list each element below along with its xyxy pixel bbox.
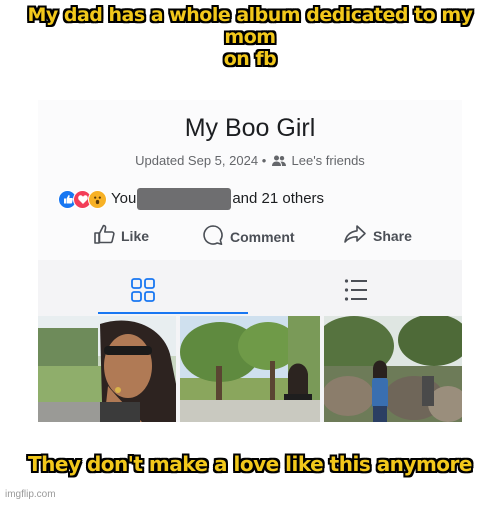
imgflip-watermark: imgflip.com (5, 489, 56, 500)
action-bar: Like Comment Share (38, 224, 462, 252)
share-arrow-icon (343, 224, 373, 247)
like-label: Like (121, 227, 150, 244)
comment-button[interactable]: Comment (202, 224, 295, 249)
album-updated-date: Updated Sep 5, 2024 (135, 153, 259, 168)
reaction-summary[interactable]: You and 21 others (58, 188, 324, 210)
tab-grid-view[interactable] (131, 278, 155, 307)
facebook-album-screenshot: My Boo Girl Updated Sep 5, 2024 • Lee's … (38, 100, 462, 422)
meme-top-line-1: My dad has a whole album dedicated to my… (27, 4, 473, 48)
meme-top-line-2: on fb (223, 48, 277, 70)
active-tab-indicator (98, 312, 248, 314)
photo-woman-park-trees[interactable] (180, 316, 320, 422)
grid-view-icon (131, 278, 155, 306)
comment-bubble-icon (202, 224, 230, 249)
redacted-names-block (137, 188, 232, 210)
reaction-text: You and 21 others (111, 188, 324, 210)
photo-grid (38, 316, 462, 422)
album-title: My Boo Girl (184, 114, 316, 142)
share-label: Share (373, 227, 412, 244)
list-view-icon (344, 279, 368, 306)
friends-icon (271, 154, 286, 169)
reaction-prefix: You (111, 189, 137, 207)
wow-reaction-icon (88, 189, 107, 209)
like-button[interactable]: Like (93, 224, 149, 247)
photo-woman-sunglasses[interactable] (38, 316, 176, 422)
share-button[interactable]: Share (343, 224, 412, 247)
meme-bottom-caption: They don't make a love like this anymore (28, 452, 472, 476)
meme-top-caption: My dad has a whole album dedicated to my… (0, 4, 500, 70)
reaction-suffix: and 21 others (232, 189, 325, 207)
meta-separator: • (261, 153, 267, 168)
photo-woman-rock-garden[interactable] (324, 316, 462, 422)
album-meta: Updated Sep 5, 2024 • Lee's friends (38, 153, 462, 169)
tab-list-view[interactable] (344, 278, 368, 307)
comment-label: Comment (230, 228, 295, 245)
album-audience[interactable]: Lee's friends (292, 153, 365, 168)
view-tabs (38, 270, 462, 315)
album-header-panel: My Boo Girl Updated Sep 5, 2024 • Lee's … (38, 100, 462, 260)
thumbs-up-icon (93, 224, 121, 247)
